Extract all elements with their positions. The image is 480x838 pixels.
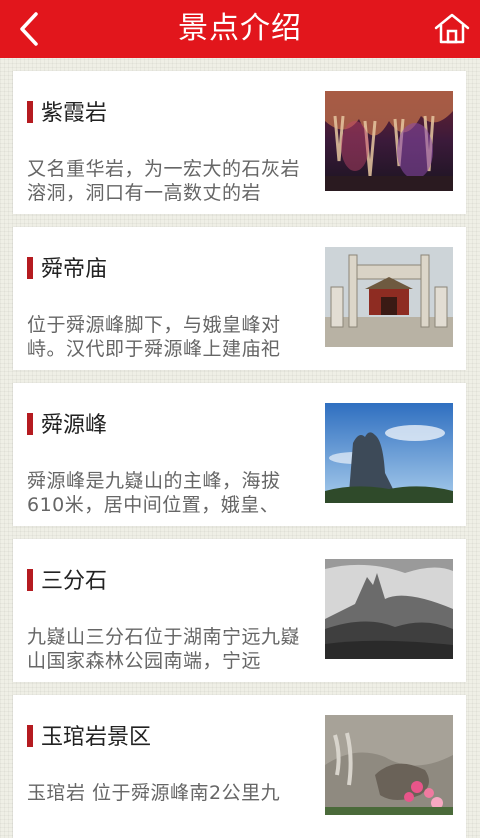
spot-description: 玉琯岩 位于舜源峰南2公里九 xyxy=(27,782,281,804)
spot-card-shundimiao[interactable]: 舜帝庙 位于舜源峰脚下，与娥皇峰对峙。汉代即于舜源峰上建庙祀 xyxy=(13,227,466,370)
mountain-image xyxy=(325,559,453,659)
spot-name: 玉琯岩景区 xyxy=(41,725,152,750)
home-icon xyxy=(434,13,470,44)
peak-image xyxy=(325,403,453,503)
spot-card-ziyayan[interactable]: 紫霞岩 又名重华岩，为一宏大的石灰岩溶洞，洞口有一高数丈的岩 xyxy=(13,71,466,214)
cave-image xyxy=(325,91,453,191)
spot-name: 舜帝庙 xyxy=(41,257,108,282)
spot-thumbnail xyxy=(325,715,453,815)
spot-thumbnail xyxy=(325,91,453,191)
spot-description: 又名重华岩，为一宏大的石灰岩溶洞，洞口有一高数丈的岩 xyxy=(27,158,301,203)
spot-description: 九嶷山三分石位于湖南宁远九嶷山国家森林公园南端，宁远 xyxy=(27,626,301,671)
spot-name: 紫霞岩 xyxy=(41,101,108,126)
spot-name: 舜源峰 xyxy=(41,413,108,438)
spot-card-sanfenshi[interactable]: 三分石 九嶷山三分石位于湖南宁远九嶷山国家森林公园南端，宁远 xyxy=(13,539,466,682)
spot-card-shunyuanfeng[interactable]: 舜源峰 舜源峰是九嶷山的主峰，海拔610米，居中间位置，娥皇、 xyxy=(13,383,466,526)
title-accent-bar xyxy=(27,101,33,123)
spot-thumbnail xyxy=(325,247,453,347)
spot-name: 三分石 xyxy=(41,569,108,594)
spot-thumbnail xyxy=(325,403,453,503)
temple-gate-image xyxy=(325,247,453,347)
page-title: 景点介绍 xyxy=(178,11,302,46)
home-button[interactable] xyxy=(434,11,470,47)
title-accent-bar xyxy=(27,569,33,591)
title-accent-bar xyxy=(27,413,33,435)
spot-description: 舜源峰是九嶷山的主峰，海拔610米，居中间位置，娥皇、 xyxy=(27,470,281,515)
spot-thumbnail xyxy=(325,559,453,659)
rock-carving-image xyxy=(325,715,453,815)
spot-description: 位于舜源峰脚下，与娥皇峰对峙。汉代即于舜源峰上建庙祀 xyxy=(27,314,281,359)
title-accent-bar xyxy=(27,257,33,279)
title-accent-bar xyxy=(27,725,33,747)
app-header: 景点介绍 xyxy=(0,0,480,58)
spot-card-yuguanyan[interactable]: 玉琯岩景区 玉琯岩 位于舜源峰南2公里九 xyxy=(13,695,466,838)
